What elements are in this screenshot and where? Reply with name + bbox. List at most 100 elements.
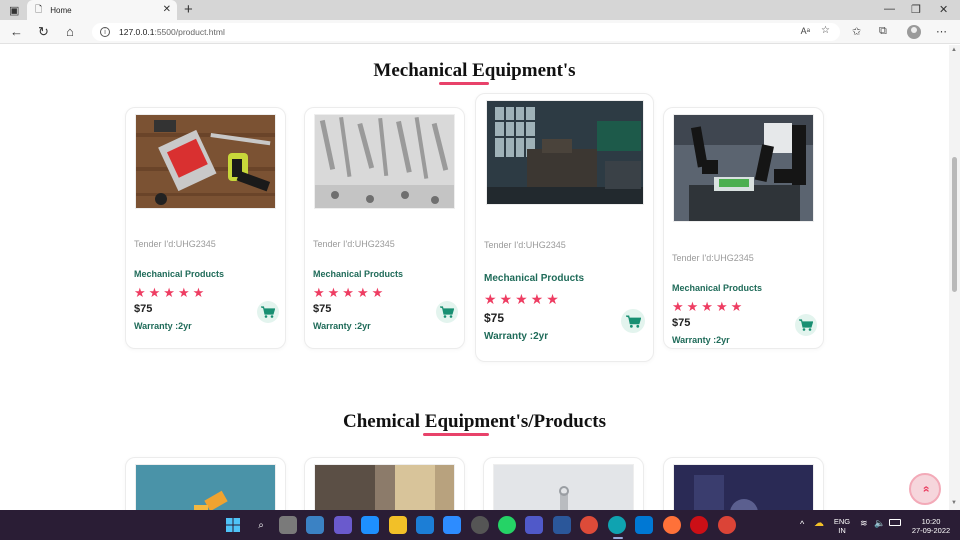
app-icon[interactable] — [553, 516, 571, 534]
cart-icon — [261, 306, 275, 318]
close-tab-icon[interactable]: ✕ — [163, 4, 171, 15]
edge-icon[interactable] — [608, 516, 626, 534]
language-indicator[interactable]: ENG IN — [832, 517, 852, 535]
url-bar[interactable]: i 127.0.0.1:5500/product.html Aᵃ ☆ — [92, 23, 840, 41]
profile-avatar[interactable] — [907, 25, 921, 39]
product-category[interactable]: Mechanical Products — [313, 269, 403, 279]
lab-glassware-photo — [559, 486, 569, 510]
product-card[interactable]: Tender I'd:UHG2345 Mechanical Products ★… — [663, 107, 824, 349]
page-scrollbar[interactable]: ▲ ▼ — [949, 45, 960, 510]
clock[interactable]: 10:20 27-09-2022 — [909, 517, 953, 535]
back-icon[interactable]: ← — [10, 24, 23, 39]
add-to-cart-button[interactable] — [795, 314, 817, 336]
active-app-indicator — [613, 537, 623, 539]
product-image[interactable] — [314, 464, 455, 510]
chrome-profile-icon[interactable] — [718, 516, 736, 534]
add-to-cart-button[interactable] — [621, 309, 645, 333]
file-explorer-icon[interactable] — [389, 516, 407, 534]
browser-tab[interactable]: 🗋 Home ✕ — [27, 0, 177, 20]
search-icon[interactable]: ⌕ — [252, 516, 270, 534]
product-card[interactable] — [125, 457, 286, 510]
clock-time: 10:20 — [921, 517, 941, 526]
page-icon: 🗋 — [35, 4, 43, 14]
product-image[interactable] — [493, 464, 634, 510]
product-warranty: Warranty :2yr — [134, 321, 192, 331]
product-warranty: Warranty :2yr — [313, 321, 371, 331]
home-icon[interactable]: ⌂ — [66, 24, 74, 39]
cart-icon — [799, 319, 813, 331]
factory-machine-photo — [487, 101, 643, 204]
wifi-icon[interactable]: ≋ — [860, 518, 868, 529]
store-icon[interactable] — [361, 516, 379, 534]
product-price: $75 — [672, 317, 691, 329]
product-image-bolts[interactable] — [314, 114, 455, 209]
favorite-icon[interactable]: ☆ — [821, 25, 830, 36]
firefox-icon[interactable] — [663, 516, 681, 534]
whatsapp-icon[interactable] — [498, 516, 516, 534]
product-image-robots[interactable] — [673, 114, 814, 222]
address-toolbar: ← ↻ ⌂ i 127.0.0.1:5500/product.html Aᵃ ☆… — [0, 20, 960, 44]
product-image-tools[interactable] — [135, 114, 276, 209]
product-card[interactable]: Tender I'd:UHG2345 Mechanical Products ★… — [304, 107, 465, 349]
tools-photo — [136, 115, 275, 208]
product-card[interactable] — [483, 457, 644, 510]
site-info-icon[interactable]: i — [100, 27, 110, 37]
product-card[interactable] — [304, 457, 465, 510]
product-image[interactable] — [673, 464, 814, 510]
product-category[interactable]: Mechanical Products — [134, 269, 224, 279]
add-to-cart-button[interactable] — [257, 301, 279, 323]
product-image[interactable] — [135, 464, 276, 510]
lang-code: ENG — [833, 517, 851, 526]
product-category[interactable]: Mechanical Products — [672, 283, 762, 293]
more-menu-icon[interactable]: ⋯ — [936, 25, 947, 38]
refresh-icon[interactable]: ↻ — [38, 24, 49, 40]
new-tab-icon[interactable]: + — [184, 1, 193, 18]
windows-taskbar: ⌕ ^ ☁ ENG IN ≋ 🔈 10:20 27-09-2022 — [0, 510, 960, 540]
scroll-up-arrow[interactable]: ▲ — [951, 47, 957, 53]
mail-icon[interactable] — [416, 516, 434, 534]
tender-id: Tender I'd:UHG2345 — [313, 239, 395, 249]
url-host: 127.0.0.1 — [119, 27, 155, 37]
chrome-icon[interactable] — [580, 516, 598, 534]
zoom-icon[interactable] — [443, 516, 461, 534]
teams-icon[interactable] — [525, 516, 543, 534]
product-warranty: Warranty :2yr — [484, 331, 549, 342]
volume-icon[interactable]: 🔈 — [874, 518, 885, 529]
media-icon[interactable] — [471, 516, 489, 534]
favorites-bar-icon[interactable]: ✩ — [852, 25, 861, 38]
add-to-cart-button[interactable] — [436, 301, 458, 323]
chat-icon[interactable] — [334, 516, 352, 534]
vscode-icon[interactable] — [635, 516, 653, 534]
product-price: $75 — [484, 311, 505, 325]
product-card[interactable]: Tender I'd:UHG2345 Mechanical Products ★… — [125, 107, 286, 349]
product-card[interactable] — [663, 457, 824, 510]
close-window-icon[interactable]: ✕ — [939, 3, 948, 16]
scrollbar-thumb[interactable] — [952, 157, 957, 292]
show-hidden-icons[interactable]: ^ — [800, 519, 804, 529]
widgets-icon[interactable] — [306, 516, 324, 534]
onedrive-icon[interactable]: ☁ — [814, 518, 824, 529]
chemical-product-photo — [194, 490, 228, 510]
scroll-to-top-button[interactable]: » — [909, 473, 941, 505]
restore-icon[interactable]: ❐ — [911, 3, 921, 16]
lab-room-photo — [315, 465, 454, 510]
scroll-down-arrow[interactable]: ▼ — [951, 500, 957, 506]
task-view-icon[interactable] — [279, 516, 297, 534]
title-underline — [423, 433, 489, 436]
start-icon[interactable] — [224, 516, 242, 534]
product-image-factory[interactable] — [486, 100, 644, 205]
rating-stars: ★★★★★ — [484, 291, 562, 307]
minimize-icon[interactable]: — — [884, 3, 895, 15]
opera-icon[interactable] — [690, 516, 708, 534]
product-card[interactable]: Tender I'd:UHG2345 Mechanical Products ★… — [475, 93, 654, 362]
battery-icon[interactable] — [889, 519, 901, 526]
product-category[interactable]: Mechanical Products — [484, 273, 584, 284]
cart-icon — [440, 306, 454, 318]
rating-stars: ★★★★★ — [313, 285, 387, 300]
page-viewport: Mechanical Equipment's Tender I'd:UHG234… — [0, 45, 949, 510]
tab-title: Home — [50, 5, 72, 15]
section-title-chemical: Chemical Equipment's/Products — [342, 411, 607, 432]
tab-actions-icon[interactable]: ▣ — [9, 4, 19, 17]
collections-icon[interactable]: ⧉ — [879, 25, 887, 38]
read-aloud-icon[interactable]: Aᵃ — [801, 26, 810, 36]
